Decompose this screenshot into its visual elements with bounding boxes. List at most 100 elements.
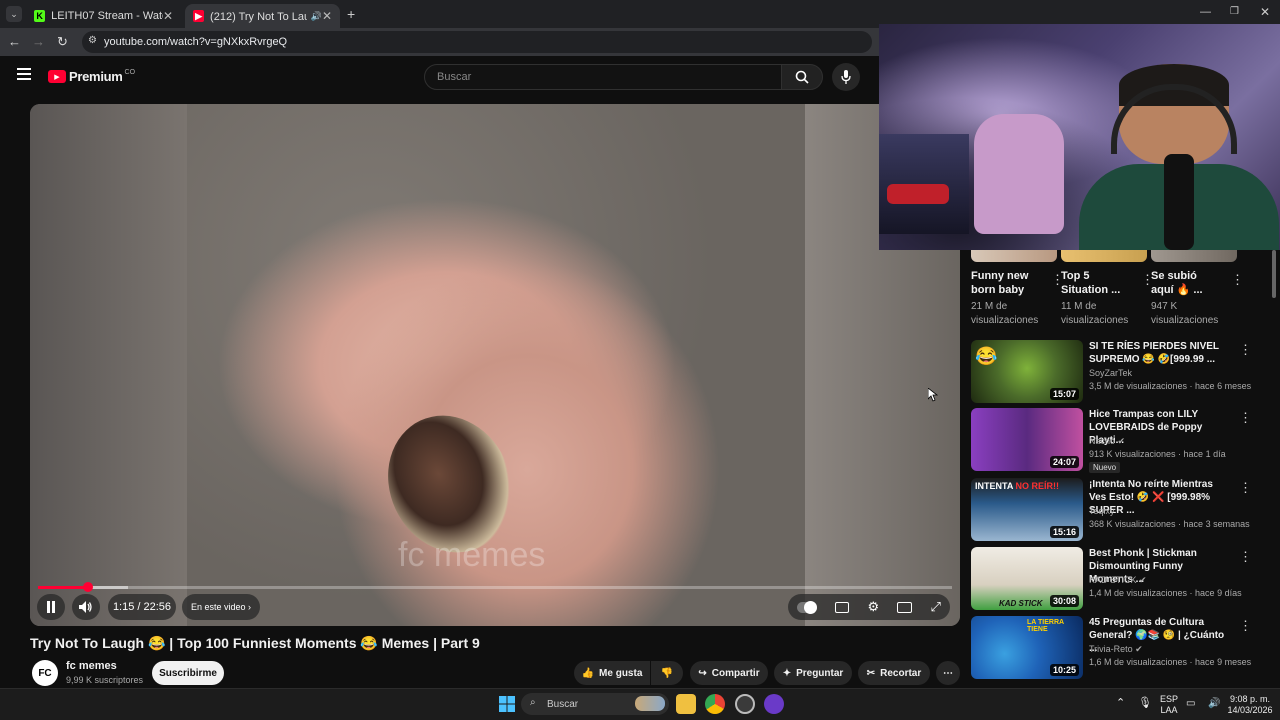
chevron-up-icon[interactable]: ⌃ [1116, 698, 1125, 709]
network-icon[interactable]: ▭ [1186, 698, 1195, 709]
video-thumbnail: KAD STICK 30:08 [971, 547, 1083, 610]
volume-icon [79, 601, 92, 613]
kick-icon: K [34, 10, 46, 22]
url-text: youtube.com/watch?v=gNXkxRvrgeQ [104, 36, 288, 48]
search-highlight-icon [635, 696, 665, 711]
file-explorer-icon[interactable] [676, 694, 696, 714]
tab-list-dropdown-icon[interactable]: ⌄ [6, 6, 22, 22]
webcam-chair [974, 114, 1064, 234]
logo-region: CO [124, 68, 136, 76]
video-thumbnail: LA TIERRA TIENE 10:25 [971, 616, 1083, 679]
video-player[interactable]: fc memes 1:15 / 22:56 En este video › ⚙ … [30, 104, 960, 626]
close-icon[interactable]: ✕ [163, 9, 173, 23]
thumbnail-caption: LA TIERRA TIENE [1027, 619, 1064, 633]
sidebar-scrollbar[interactable] [1272, 250, 1276, 298]
channel-name[interactable]: Teqixy [1089, 506, 1115, 516]
scissors-icon: ✂ [866, 667, 876, 679]
minimize-icon[interactable]: — [1200, 6, 1211, 18]
more-vert-icon[interactable]: ⋮ [1239, 410, 1252, 426]
tab-leith07[interactable]: K LEITH07 Stream - Watch Live on ✕ [26, 4, 181, 28]
chapters-button[interactable]: En este video › [182, 594, 260, 620]
share-button[interactable]: ↪ Compartir [690, 661, 768, 685]
short-title: Top 5 Situation ... [1061, 270, 1121, 296]
search-input[interactable]: Buscar [424, 64, 782, 90]
short-views: 947 K visualizaciones [1151, 301, 1219, 326]
voice-search-button[interactable] [832, 63, 860, 91]
clip-button[interactable]: ✂ Recortar [858, 661, 930, 685]
reload-icon[interactable]: ↻ [57, 34, 68, 50]
close-icon[interactable]: ✕ [322, 9, 332, 23]
youtube-logo[interactable]: ▶ Premium CO [48, 69, 135, 84]
short-title: Funny new born baby [971, 270, 1029, 296]
recommendations-sidebar: Funny new born baby 21 M de visualizacio… [962, 250, 1280, 690]
more-vert-icon[interactable]: ⋮ [1239, 549, 1252, 565]
volume-tray-icon[interactable]: 🔊 [1208, 698, 1220, 709]
volume-button[interactable] [72, 594, 100, 620]
more-vert-icon[interactable]: ⋮ [1239, 480, 1252, 496]
subtitles-icon[interactable] [835, 601, 850, 613]
channel-name[interactable]: KAD STICK ✔ [1089, 575, 1147, 586]
mouse-cursor [927, 387, 939, 407]
logo-text: Premium [69, 69, 123, 84]
more-vert-icon[interactable]: ⋮ [1231, 272, 1244, 288]
video-meta: 1,4 M de visualizaciones · hace 9 días [1089, 588, 1242, 598]
ask-button[interactable]: ✦ Preguntar [774, 661, 852, 685]
taskbar-search-input[interactable]: ⌕ Buscar [521, 693, 669, 715]
channel-name[interactable]: fc memes [66, 660, 117, 672]
search-icon: ⌕ [530, 697, 536, 708]
recommendation-item[interactable]: 24:07 Hice Trampas con LILY LOVEBRAIDS d… [971, 408, 1271, 473]
more-vert-icon[interactable]: ⋮ [1239, 618, 1252, 634]
dislike-button[interactable]: 👎 [651, 661, 683, 685]
search-button[interactable] [781, 64, 823, 90]
video-duration: 15:16 [1049, 526, 1079, 538]
progress-bar[interactable] [38, 586, 952, 589]
more-actions-button[interactable]: ⋯ [936, 661, 960, 685]
video-thumbnail: 24:07 [971, 408, 1083, 471]
short-views: 21 M de visualizaciones [971, 301, 1039, 326]
menu-icon[interactable] [17, 68, 31, 80]
autoplay-toggle-icon[interactable] [797, 600, 818, 614]
windows-start-icon[interactable] [497, 694, 517, 714]
tab-youtube[interactable]: ▶ (212) Try Not To Laugh 😂 | 🔊 ✕ [185, 4, 340, 28]
like-button[interactable]: 👍 Me gusta [574, 661, 650, 685]
streaming-app-icon[interactable] [764, 694, 784, 714]
chrome-icon[interactable] [705, 694, 725, 714]
fullscreen-icon[interactable]: ⤢ [931, 599, 941, 615]
speaker-icon[interactable]: 🔊 [311, 11, 322, 22]
recommendation-item[interactable]: 😂 15:07 SI TE RÍES PIERDES NIVEL SUPREMO… [971, 340, 1271, 404]
language-indicator[interactable]: ESP LAA [1158, 694, 1180, 716]
more-vert-icon[interactable]: ⋮ [1239, 342, 1252, 358]
channel-avatar[interactable]: FC [32, 660, 58, 686]
window-close-icon[interactable]: ✕ [1260, 5, 1270, 19]
new-tab-icon[interactable]: + [347, 6, 355, 22]
short-thumbnail [1151, 250, 1237, 262]
address-bar[interactable]: ⚙ youtube.com/watch?v=gNXkxRvrgeQ [82, 31, 872, 53]
video-thumbnail: 😂 15:07 [971, 340, 1083, 403]
right-controls: ⚙ ⤢ [788, 594, 950, 620]
channel-name[interactable]: Nacho ✔ [1089, 436, 1125, 447]
search-icon [795, 70, 809, 84]
miniplayer-icon[interactable] [897, 601, 913, 613]
recommendation-item[interactable]: KAD STICK 30:08 Best Phonk | Stickman Di… [971, 547, 1271, 611]
app-icon[interactable] [735, 694, 755, 714]
youtube-play-icon: ▶ [48, 70, 66, 83]
microphone-tray-icon[interactable]: 🎙 [1138, 698, 1152, 709]
short-title: Se subió aquí 🔥 ... [1151, 270, 1203, 296]
channel-name[interactable]: Trivia-Reto ✔ [1089, 644, 1143, 655]
settings-icon[interactable]: ⚙ [867, 599, 879, 615]
short-views: 11 M de visualizaciones [1061, 301, 1129, 326]
forward-icon[interactable]: → [32, 34, 45, 49]
site-info-icon[interactable]: ⚙ [88, 35, 97, 46]
video-thumbnail: INTENTA NO REÍR!! 15:16 [971, 478, 1083, 541]
clock[interactable]: 9:08 p. m. 14/03/2026 [1226, 694, 1274, 716]
restore-icon[interactable]: ❐ [1230, 6, 1239, 17]
channel-name[interactable]: SoyZarTek [1089, 368, 1132, 378]
recommendation-item[interactable]: INTENTA NO REÍR!! 15:16 ¡Intenta No reír… [971, 478, 1271, 542]
back-icon[interactable]: ← [8, 34, 21, 49]
webcam-overlay [879, 24, 1280, 250]
recommendation-item[interactable]: LA TIERRA TIENE 10:25 45 Preguntas de Cu… [971, 616, 1271, 680]
subscribe-button[interactable]: Suscribirme [152, 661, 224, 685]
pause-button[interactable] [37, 594, 65, 620]
thumbnail-caption: KAD STICK [999, 599, 1043, 608]
video-meta: 913 K visualizaciones · hace 1 día [1089, 449, 1226, 459]
